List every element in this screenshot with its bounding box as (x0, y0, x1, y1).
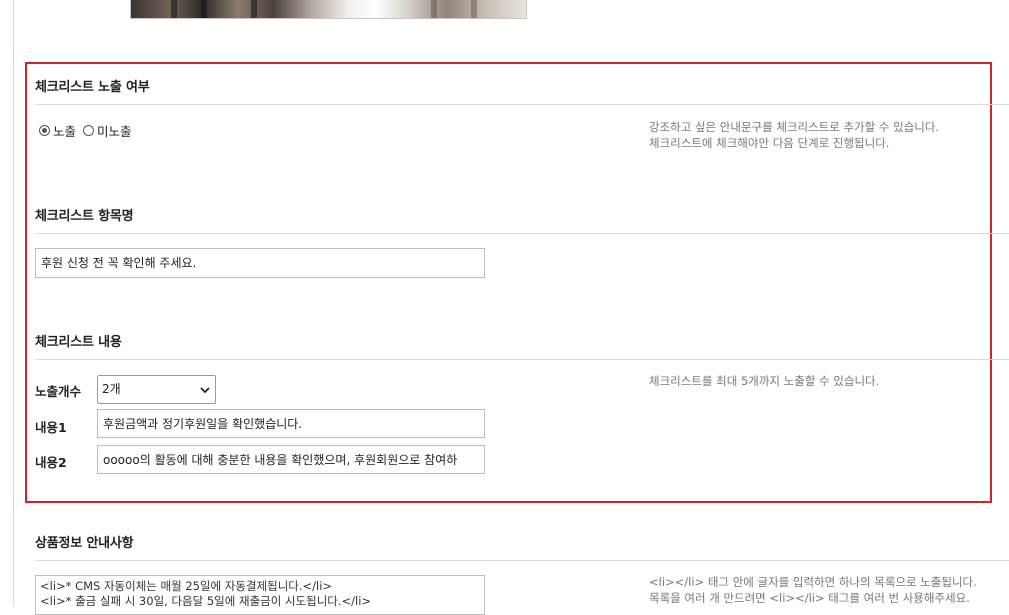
product-info-help-text: <li></li> 태그 안에 글자를 입력하면 하나의 목록으로 노출됩니다.… (649, 574, 977, 606)
exposure-radio-group: 노출 미노출 (39, 121, 139, 140)
product-info-help-line: <li></li> 태그 안에 글자를 입력하면 하나의 목록으로 노출됩니다. (649, 575, 977, 589)
textarea-line: <li>* 출금 실패 시 30일, 다음달 5일에 재출금이 시도됩니다.</… (40, 594, 372, 608)
section-title-checklist-exposure: 체크리스트 노출 여부 (35, 80, 150, 95)
count-select[interactable]: 2개 (97, 375, 216, 404)
cat-photo (130, 0, 527, 19)
chevron-down-icon (200, 387, 210, 394)
count-label: 노출개수 (35, 384, 82, 399)
count-select-value: 2개 (102, 382, 121, 396)
product-info-help-line: 목록을 여러 개 만드려면 <li></li> 태그를 여러 번 사용해주세요. (649, 591, 970, 605)
exposure-help-text: 강조하고 싶은 안내문구를 체크리스트로 추가할 수 있습니다. 체크리스트에 … (649, 119, 939, 151)
exposure-radio-hide-label[interactable]: 미노출 (97, 121, 132, 140)
exposure-help-line: 체크리스트에 체크해야만 다음 단계로 진행됩니다. (649, 136, 890, 150)
count-help-text: 체크리스트를 최대 5개까지 노출할 수 있습니다. (649, 374, 880, 388)
section-divider (35, 560, 1009, 561)
exposure-radio-show[interactable] (39, 125, 50, 136)
exposure-radio-show-label[interactable]: 노출 (53, 121, 76, 140)
section-divider (35, 359, 1009, 360)
checklist-item-name-input[interactable]: 후원 신청 전 꼭 확인해 주세요. (35, 248, 485, 278)
content-2-label: 내용2 (35, 455, 67, 470)
section-divider (35, 104, 1009, 105)
product-info-textarea[interactable]: <li>* CMS 자동이체는 매월 25일에 자동결제됩니다.</li> <l… (35, 575, 485, 615)
section-title-checklist-item-name: 체크리스트 항목명 (35, 209, 134, 224)
section-divider (35, 233, 1009, 234)
section-title-checklist-content: 체크리스트 내용 (35, 335, 122, 350)
content-2-input[interactable]: ooooo의 활동에 대해 충분한 내용을 확인했으며, 후원회원으로 참여하 (97, 445, 485, 474)
textarea-line: <li>* CMS 자동이체는 매월 25일에 자동결제됩니다.</li> (40, 579, 333, 593)
left-divider (13, 0, 14, 606)
exposure-help-line: 강조하고 싶은 안내문구를 체크리스트로 추가할 수 있습니다. (649, 120, 940, 134)
exposure-radio-hide[interactable] (83, 125, 95, 136)
section-title-product-info: 상품정보 안내사항 (35, 536, 134, 551)
content-1-input[interactable]: 후원금액과 정기후원일을 확인했습니다. (97, 409, 485, 438)
content-1-label: 내용1 (35, 420, 67, 435)
